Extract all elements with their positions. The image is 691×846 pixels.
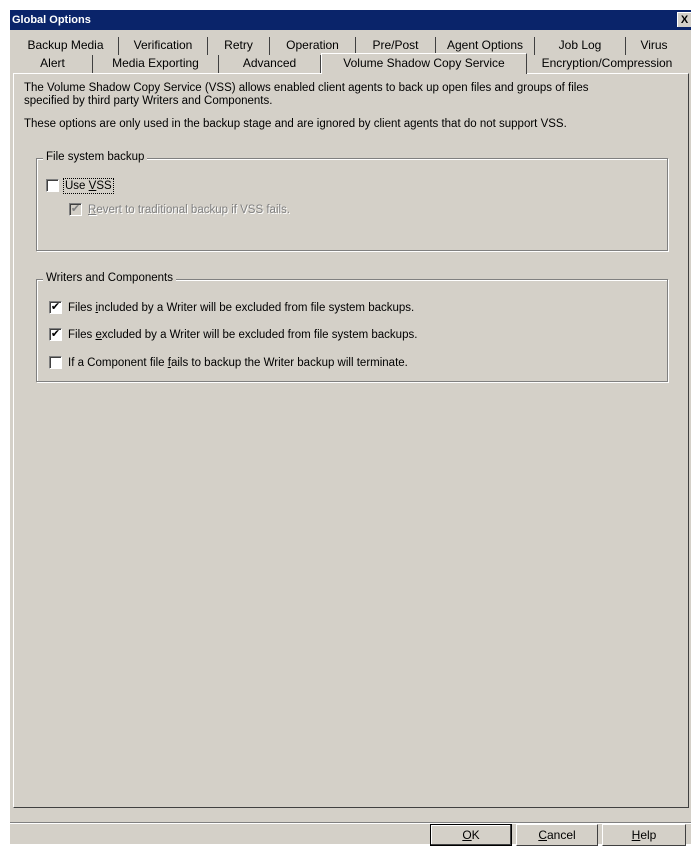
- use-vss-option[interactable]: Use VSS: [46, 177, 114, 194]
- tab-backup-media[interactable]: Backup Media: [13, 37, 119, 55]
- dialog-title: Global Options: [12, 14, 91, 26]
- tab-encryption-compression[interactable]: Encryption/Compression: [527, 55, 687, 73]
- writers-components-group: Writers and Components ✔ Files included …: [36, 272, 668, 382]
- revert-traditional-label: Revert to traditional backup if VSS fail…: [88, 203, 290, 216]
- revert-traditional-checkbox[interactable]: ✔: [69, 203, 82, 216]
- tab-volume-shadow-copy-service[interactable]: Volume Shadow Copy Service: [321, 53, 527, 74]
- file-system-backup-group: File system backup Use VSS ✔ Revert to t…: [36, 151, 668, 251]
- files-excluded-checkbox[interactable]: ✔: [49, 328, 62, 341]
- tab-job-log[interactable]: Job Log: [535, 37, 626, 55]
- tab-verification[interactable]: Verification: [119, 37, 208, 55]
- description-line-1: The Volume Shadow Copy Service (VSS) all…: [24, 82, 589, 94]
- description-line-2: specified by third party Writers and Com…: [24, 95, 273, 107]
- close-icon: X: [680, 14, 689, 26]
- tab-media-exporting[interactable]: Media Exporting: [93, 55, 219, 73]
- tab-retry[interactable]: Retry: [208, 37, 270, 55]
- global-options-dialog: Global Options X Backup Media Verificati…: [9, 9, 691, 846]
- component-fails-checkbox[interactable]: [49, 356, 62, 369]
- files-included-option[interactable]: ✔ Files included by a Writer will be exc…: [49, 301, 414, 314]
- use-vss-label: Use VSS: [63, 177, 114, 194]
- description-line-3: These options are only used in the backu…: [24, 118, 567, 130]
- component-fails-label: If a Component file fails to backup the …: [68, 356, 408, 369]
- files-included-label: Files included by a Writer will be exclu…: [68, 301, 415, 314]
- tab-row-2: Alert Media Exporting Advanced Volume Sh…: [13, 53, 691, 74]
- cancel-button[interactable]: Cancel: [516, 824, 598, 846]
- ok-button[interactable]: OK: [430, 824, 512, 846]
- tab-alert[interactable]: Alert: [13, 55, 93, 73]
- writers-components-title: Writers and Components: [43, 272, 176, 284]
- title-bar[interactable]: Global Options X: [10, 10, 691, 30]
- files-excluded-option[interactable]: ✔ Files excluded by a Writer will be exc…: [49, 328, 417, 341]
- vss-description: The Volume Shadow Copy Service (VSS) all…: [24, 82, 664, 108]
- files-included-checkbox[interactable]: ✔: [49, 301, 62, 314]
- close-button[interactable]: X: [677, 12, 691, 27]
- vss-tab-panel: The Volume Shadow Copy Service (VSS) all…: [13, 73, 689, 808]
- use-vss-checkbox[interactable]: [46, 179, 59, 192]
- files-excluded-label: Files excluded by a Writer will be exclu…: [68, 328, 418, 341]
- component-fails-option[interactable]: If a Component file fails to backup the …: [49, 356, 408, 369]
- revert-traditional-option[interactable]: ✔ Revert to traditional backup if VSS fa…: [69, 203, 290, 216]
- help-button[interactable]: Help: [602, 824, 686, 846]
- tab-advanced[interactable]: Advanced: [219, 55, 321, 73]
- tab-virus[interactable]: Virus: [626, 37, 682, 55]
- file-system-backup-title: File system backup: [43, 151, 148, 163]
